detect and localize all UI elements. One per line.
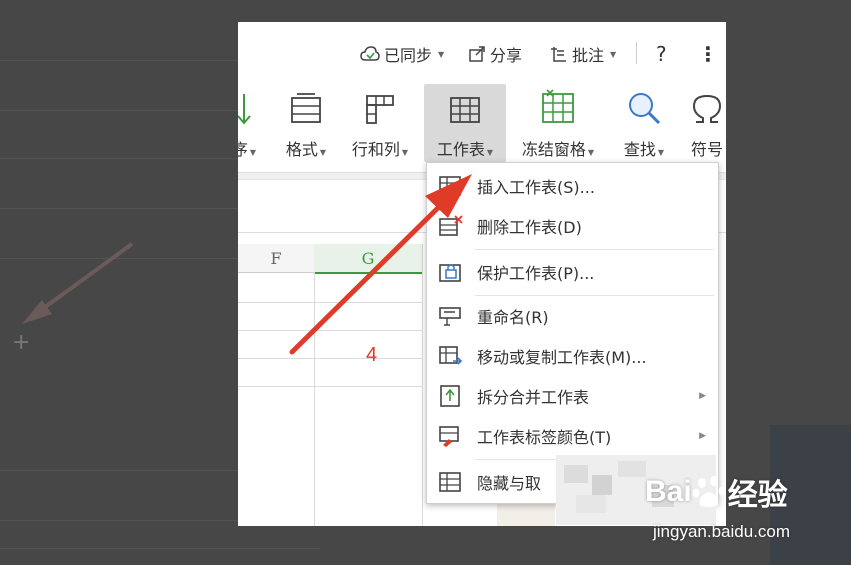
tab-color-icon	[439, 426, 459, 447]
annotate-label: 批注	[572, 46, 605, 65]
move-copy-sheet-icon	[439, 346, 463, 365]
format-label: 格式 ▼	[285, 140, 327, 159]
menu-item-split-merge[interactable]: 拆分合并工作表 ▶	[427, 377, 718, 415]
background-arrow-icon	[22, 242, 134, 324]
omega-icon	[690, 84, 724, 126]
menu-item-rename[interactable]: 重命名(R)	[427, 297, 718, 335]
chevron-down-icon: ▼	[438, 49, 445, 59]
column-header-G[interactable]: G	[314, 244, 423, 274]
annotate-icon	[551, 47, 566, 62]
share-icon	[469, 46, 485, 62]
menu-separator	[475, 295, 714, 296]
worksheet-dropdown-menu: 插入工作表(S)... 删除工作表(D) 保护工作表(P)... 重命名(R) …	[426, 162, 719, 504]
watermark-url: jingyan.baidu.com	[653, 522, 791, 541]
annotate-button[interactable]: 批注 ▼	[550, 42, 616, 66]
menu-item-label: 插入工作表(S)...	[477, 178, 595, 197]
baidu-jingyan-watermark: Bai 经验 jingyan.baidu.com	[645, 470, 845, 550]
plus-icon: +	[12, 330, 31, 355]
worksheet-button[interactable]: 工作表 ▼	[424, 84, 506, 162]
menu-item-label: 重命名(R)	[477, 308, 549, 327]
background-line	[0, 60, 238, 61]
help-icon: ?	[656, 42, 667, 66]
sort-label: 序 ▼	[238, 140, 257, 159]
grid-row-line	[238, 386, 422, 387]
menu-item-protect-sheet[interactable]: 保护工作表(P)...	[427, 253, 718, 291]
column-header-F[interactable]: F	[238, 244, 315, 273]
freeze-panes-label: 冻结窗格 ▼	[521, 140, 595, 159]
grid-column-line	[314, 272, 315, 526]
search-icon	[626, 84, 662, 126]
toolbar-divider	[636, 42, 637, 64]
menu-item-move-copy-sheet[interactable]: 移动或复制工作表(M)...	[427, 337, 718, 375]
sync-label: 已同步	[384, 46, 433, 65]
column-header-G-label: G	[361, 248, 375, 268]
find-button[interactable]: 查找 ▼	[614, 84, 674, 162]
baidu-logo: Bai 经验	[645, 475, 788, 512]
step-number-annotation: 4	[366, 344, 378, 366]
hide-sheet-icon	[439, 472, 461, 492]
format-icon	[289, 84, 323, 126]
background-line	[0, 520, 238, 521]
help-button[interactable]: ?	[656, 42, 667, 66]
sync-button[interactable]: 已同步 ▼	[360, 42, 444, 66]
menu-item-insert-sheet[interactable]: 插入工作表(S)...	[427, 167, 718, 205]
more-icon: ⋮	[698, 42, 718, 66]
cloud-check-icon	[360, 46, 380, 61]
background-line	[0, 208, 238, 209]
background-line	[0, 158, 238, 159]
rowcol-icon	[363, 84, 397, 126]
protect-sheet-icon	[439, 264, 461, 282]
menu-item-label: 工作表标签颜色(T)	[477, 428, 612, 447]
menu-separator	[475, 249, 714, 250]
delete-sheet-icon	[439, 215, 463, 236]
split-merge-icon	[440, 385, 460, 407]
menu-item-label: 隐藏与取	[477, 474, 542, 493]
symbol-button[interactable]: 符号	[682, 84, 726, 162]
background-line	[0, 548, 320, 549]
submenu-arrow-icon: ▶	[699, 431, 706, 441]
symbol-label: 符号	[690, 140, 723, 159]
rowcol-label: 行和列 ▼	[351, 140, 409, 159]
worksheet-icon	[448, 84, 482, 126]
grid-row-line	[238, 302, 422, 303]
format-button[interactable]: 格式 ▼	[276, 84, 336, 162]
find-label: 查找 ▼	[623, 140, 665, 159]
menu-item-label: 拆分合并工作表	[477, 388, 590, 407]
menu-item-label: 删除工作表(D)	[477, 218, 582, 237]
more-button[interactable]: ⋮	[698, 42, 718, 66]
share-label: 分享	[490, 46, 523, 65]
menu-item-delete-sheet[interactable]: 删除工作表(D)	[427, 207, 718, 245]
top-status-bar: 已同步 ▼ 分享 批注 ▼ ? ⋮	[238, 22, 726, 84]
menu-item-label: 移动或复制工作表(M)...	[477, 348, 647, 367]
background-line	[0, 470, 238, 471]
grid-column-line	[422, 272, 423, 526]
chevron-down-icon: ▼	[610, 49, 617, 59]
submenu-arrow-icon: ▶	[699, 391, 706, 401]
sort-button[interactable]: 序 ▼	[238, 84, 264, 162]
background-line	[0, 110, 238, 111]
menu-item-label: 保护工作表(P)...	[477, 264, 595, 283]
grid-row-line	[238, 330, 422, 331]
grid-row-line	[238, 358, 422, 359]
menu-item-tab-color[interactable]: 工作表标签颜色(T) ▶	[427, 417, 718, 455]
freeze-panes-button[interactable]: 冻结窗格 ▼	[512, 84, 604, 162]
column-header-F-label: F	[270, 248, 282, 268]
insert-sheet-icon	[439, 176, 461, 196]
worksheet-label: 工作表 ▼	[436, 140, 494, 159]
freeze-panes-icon	[539, 84, 577, 126]
sort-icon	[238, 84, 252, 126]
paw-icon	[692, 476, 726, 507]
share-button[interactable]: 分享	[468, 42, 522, 66]
rowcol-button[interactable]: 行和列 ▼	[342, 84, 418, 162]
rename-icon	[439, 307, 461, 326]
